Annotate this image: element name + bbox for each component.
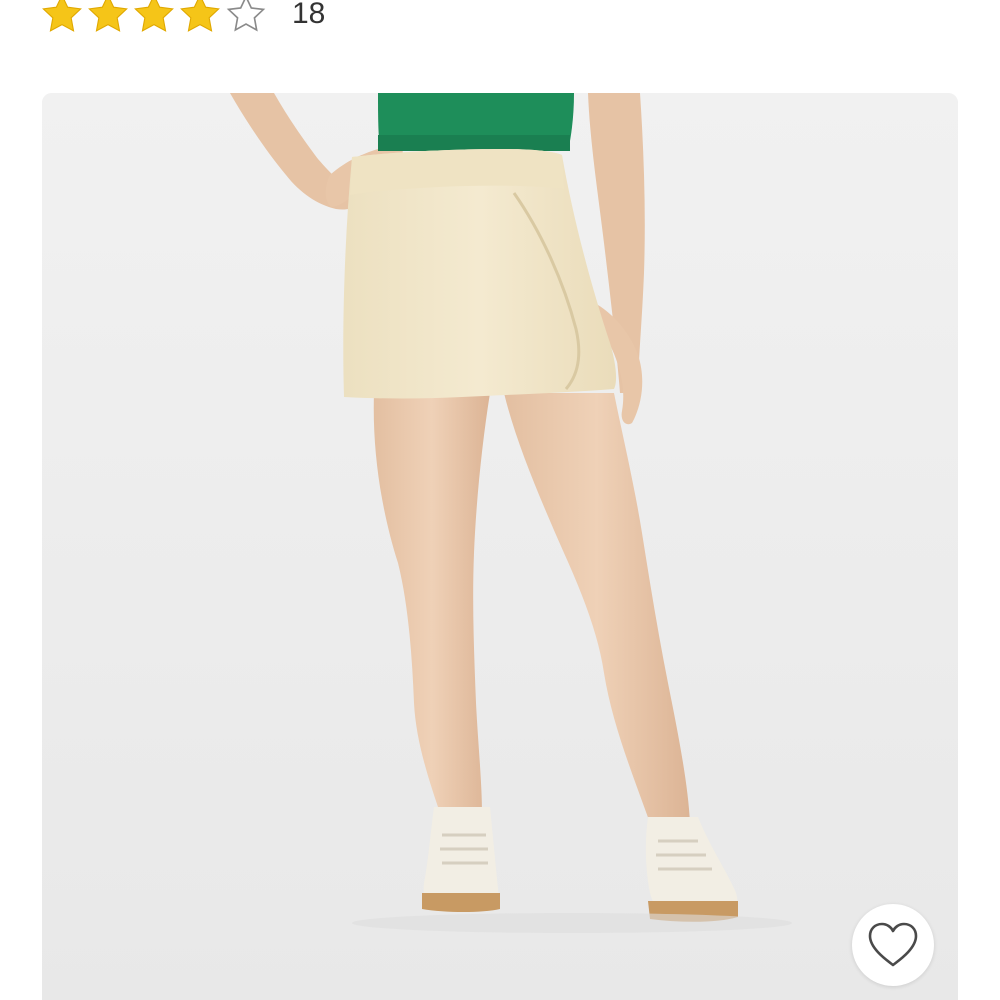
star-filled-icon — [88, 0, 128, 32]
star-filled-icon — [42, 0, 82, 32]
rating-row[interactable]: 18 — [40, 0, 325, 36]
product-photo — [42, 93, 958, 1000]
star-rating — [40, 0, 270, 36]
star-filled-icon — [134, 0, 174, 32]
favorite-button[interactable] — [852, 904, 934, 986]
product-page: 18 — [0, 0, 1000, 1000]
star-empty-icon — [226, 0, 266, 32]
heart-outline-icon — [868, 922, 918, 967]
product-image-card[interactable] — [42, 93, 958, 1000]
star-filled-icon — [180, 0, 220, 32]
model-left-sneaker — [422, 807, 500, 912]
review-count[interactable]: 18 — [292, 0, 325, 29]
floor-shadow — [352, 913, 792, 933]
